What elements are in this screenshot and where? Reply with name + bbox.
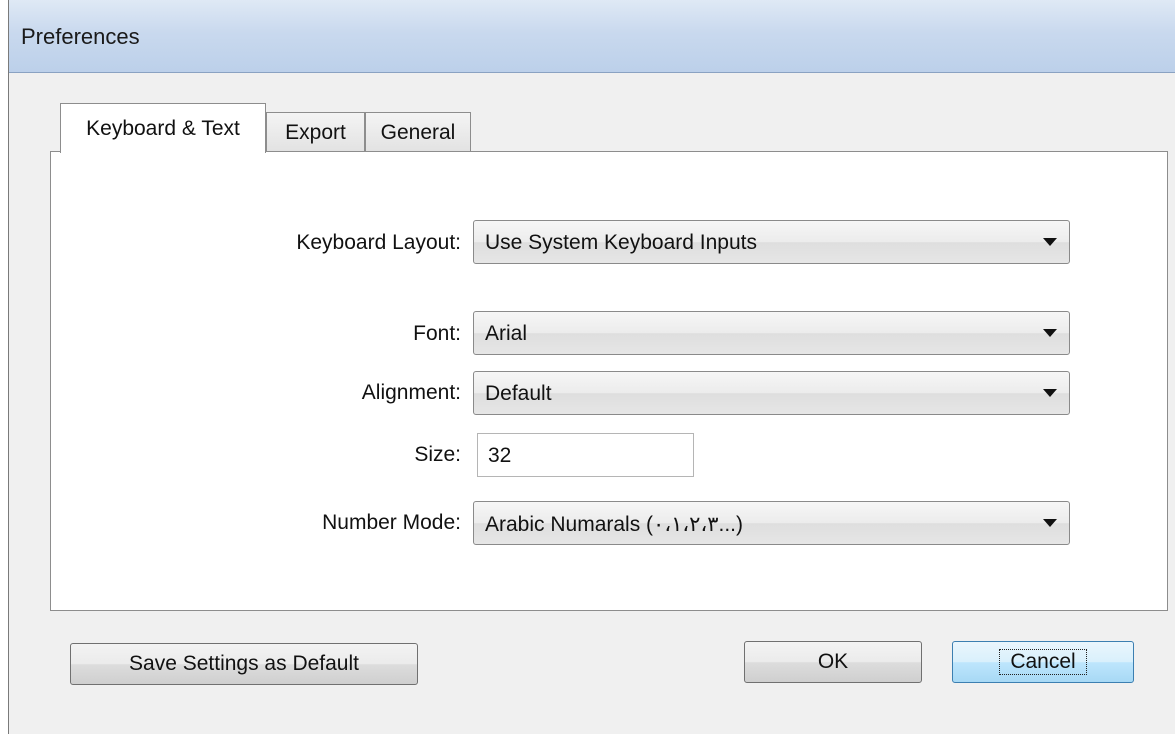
tab-general[interactable]: General <box>365 112 471 152</box>
chevron-down-icon <box>1043 389 1057 397</box>
tab-export[interactable]: Export <box>266 112 365 152</box>
tab-keyboard-text[interactable]: Keyboard & Text <box>60 103 266 153</box>
number-mode-value: Arabic Numarals (٠،١،٢،٣...) <box>485 513 743 536</box>
chevron-down-icon <box>1043 329 1057 337</box>
cancel-button-label: Cancel <box>999 649 1087 675</box>
window-title: Preferences <box>21 24 140 49</box>
title-bar[interactable]: Preferences <box>9 0 1175 73</box>
font-select[interactable]: Arial <box>473 311 1070 355</box>
keyboard-layout-label: Keyboard Layout: <box>296 231 461 254</box>
size-input[interactable]: 32 <box>477 433 694 477</box>
size-label: Size: <box>414 443 461 466</box>
font-label: Font: <box>413 322 461 345</box>
number-mode-label: Number Mode: <box>322 511 461 534</box>
font-value: Arial <box>485 322 528 345</box>
alignment-value: Default <box>485 382 552 405</box>
number-mode-select[interactable]: Arabic Numarals (٠،١،٢،٣...) <box>473 501 1070 545</box>
keyboard-layout-value: Use System Keyboard Inputs <box>485 231 757 254</box>
chevron-down-icon <box>1043 238 1057 246</box>
cancel-button[interactable]: Cancel <box>952 641 1134 683</box>
chevron-down-icon <box>1043 519 1057 527</box>
ok-button[interactable]: OK <box>744 641 922 683</box>
alignment-label: Alignment: <box>361 381 461 404</box>
size-value: 32 <box>488 444 512 467</box>
alignment-select[interactable]: Default <box>473 371 1070 415</box>
save-settings-default-button[interactable]: Save Settings as Default <box>70 643 418 685</box>
preferences-dialog: Preferences Keyboard & Text Export Gener… <box>8 0 1175 734</box>
tab-panel-keyboard-text: Keyboard Layout: Use System Keyboard Inp… <box>50 151 1168 611</box>
keyboard-layout-select[interactable]: Use System Keyboard Inputs <box>473 220 1070 264</box>
